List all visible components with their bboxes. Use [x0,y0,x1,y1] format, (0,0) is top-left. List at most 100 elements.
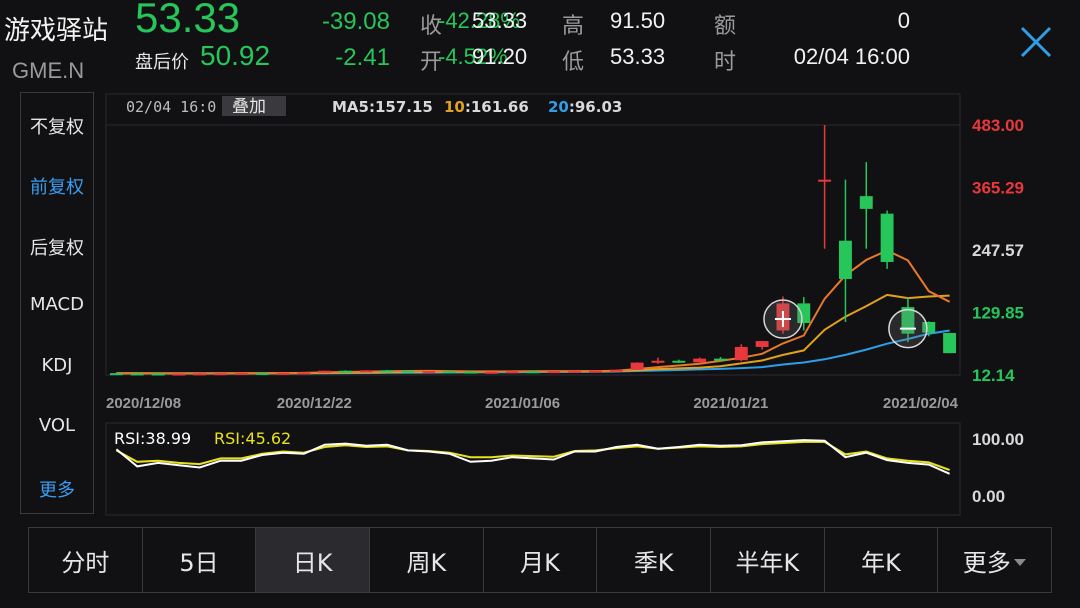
candle-body [714,358,727,361]
current-price: 53.33 [135,0,241,41]
candle-body [339,370,352,373]
candle-body [422,371,436,374]
rsi2-label: RSI:45.62 [214,429,291,448]
x-tick-label: 2021/02/04 [883,395,959,412]
x-tick-label: 2020/12/22 [277,395,352,412]
amount-value: 0 [897,8,910,33]
candle-body [401,370,415,373]
candle-body [276,372,290,375]
candle-body [859,196,873,209]
tab-daily-k[interactable]: 日K [256,528,371,592]
candle-body [318,370,332,373]
adjustment-menu: 不复权 前复权 后复权 MACD KDJ VOL 更多 [20,92,94,514]
candle-body [818,179,832,182]
candle-body [630,362,644,370]
x-tick-label: 2020/12/08 [106,395,181,412]
candle-body [693,358,707,363]
chevron-down-icon [1013,559,1026,566]
kline-chart[interactable]: 02/04 16:0 叠加 MA5:157.15 10:161.66 20:96… [96,92,1080,518]
menu-item-vol[interactable]: VOL [21,415,93,436]
crosshair-date: 02/04 16:0 [126,98,216,116]
ma10-key: 10 [444,98,465,116]
candle-body [734,346,748,361]
menu-item-forward-adjust[interactable]: 前复权 [21,173,93,199]
tab-more-label: 更多 [962,548,1011,577]
candle-body [547,371,561,374]
candle-body [464,371,477,374]
y-tick-label: 247.57 [972,241,1024,260]
tab-halfyear-k[interactable]: 半年K [711,528,825,592]
candle-body [589,370,602,373]
amount-label: 额 [714,14,737,39]
candle-body [755,341,769,347]
overlay-button[interactable]: 叠加 [232,97,266,117]
main-plot-frame [105,93,961,376]
y-tick-label: 483.00 [972,116,1024,135]
menu-item-macd[interactable]: MACD [21,294,93,315]
menu-item-backward-adjust[interactable]: 后复权 [21,234,93,260]
rsi-y-tick-label: 0.00 [972,487,1005,506]
tab-quarterly-k[interactable]: 季K [597,528,712,592]
moving-average-lines [116,249,951,375]
ma10-line [116,293,950,375]
close-value: 53.33 [472,8,528,33]
menu-item-kdj[interactable]: KDJ [21,355,93,376]
candle-body [151,373,165,376]
candle-body [651,360,665,363]
candle-body [443,371,457,374]
open-value: 91.20 [472,44,528,69]
stock-name: 游戏驿站 [4,16,109,46]
x-tick-label: 2021/01/06 [485,395,560,412]
candle-body [838,240,852,279]
time-value: 02/04 16:00 [793,44,910,69]
candle-body [255,372,269,375]
candle-body [234,372,248,375]
low-value: 53.33 [610,44,666,69]
ma20-key: 20 [548,98,569,116]
time-label: 时 [714,50,737,75]
ma-legend: MA5:157.15 10:161.66 20:96.03 [332,98,622,116]
candlesticks [109,125,957,376]
y-tick-label: 12.14 [972,366,1015,385]
chart-grid [105,93,961,516]
candle-body [172,373,186,376]
ma5-line [116,249,951,375]
candle-body [880,213,894,262]
after-hours-label: 盘后价 [135,52,189,73]
rsi1-label: RSI:38.99 [114,429,191,448]
price-change: -39.08 [321,8,390,35]
candle-body [526,371,540,374]
tab-weekly-k[interactable]: 周K [370,528,484,592]
high-label: 高 [562,14,585,39]
candle-body [359,370,373,373]
tab-yearly-k[interactable]: 年K [825,528,939,592]
tab-intraday[interactable]: 分时 [29,528,143,592]
candle-body [484,371,498,374]
y-tick-label: 365.29 [972,178,1024,197]
menu-item-no-adjust[interactable]: 不复权 [21,113,93,139]
ma5-value: :157.15 [369,98,433,116]
close-icon [1020,26,1052,58]
tab-more[interactable]: 更多 [938,528,1051,592]
ma5-key: MA5 [332,98,369,116]
candle-body [380,370,394,373]
candle-body [193,373,207,376]
candle-body [214,373,228,376]
candle-body [505,371,519,374]
low-label: 低 [562,50,585,75]
tab-monthly-k[interactable]: 月K [484,528,598,592]
period-tab-bar: 分时 5日 日K 周K 月K 季K 半年K 年K 更多 [28,527,1052,593]
after-hours-price: 50.92 [200,40,271,71]
menu-item-more[interactable]: 更多 [21,476,93,502]
candle-body [672,360,686,363]
close-button[interactable] [1016,22,1056,62]
open-label: 开 [420,50,443,75]
rsi-y-tick-label: 100.00 [972,430,1024,449]
candle-body [568,370,582,373]
candle-body [943,333,957,354]
close-label: 收 [420,14,443,39]
tab-5day[interactable]: 5日 [143,528,257,592]
ma20-line [116,329,950,375]
stock-code: GME.N [12,58,85,83]
candle-body [609,369,623,372]
